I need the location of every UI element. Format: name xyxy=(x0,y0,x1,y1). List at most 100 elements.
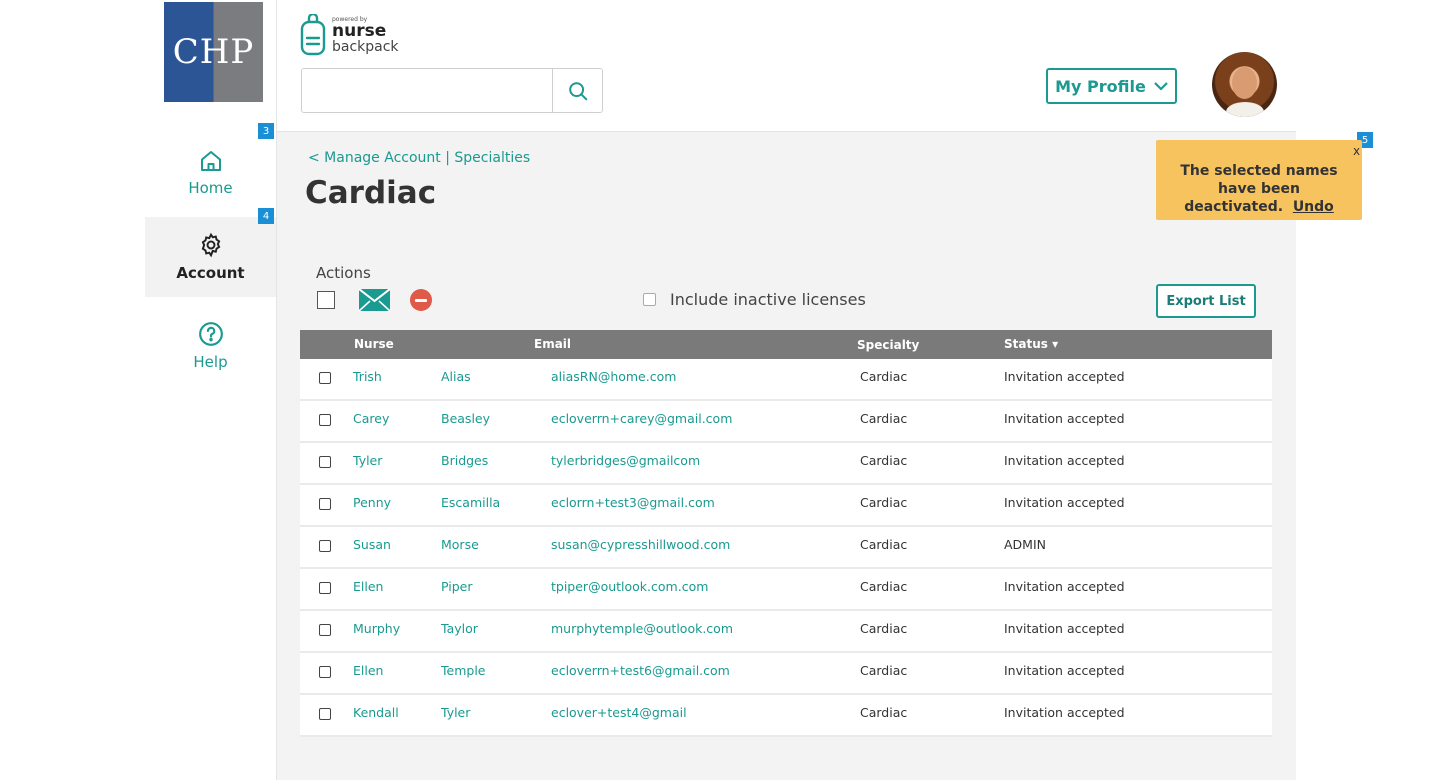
table-row: Penny Escamilla eclorrn+test3@gmail.com Car… xyxy=(300,485,1272,527)
cell-status: ADMIN xyxy=(1004,537,1046,552)
cell-email[interactable]: tpiper@outlook.com.com xyxy=(551,579,708,594)
nurse-table: Nurse Email Specialty Status ▾ Trish Alia… xyxy=(300,330,1272,737)
column-header-status[interactable]: Status ▾ xyxy=(1004,337,1058,351)
brand-backpack: backpack xyxy=(332,38,399,55)
cell-status: Invitation accepted xyxy=(1004,579,1125,594)
search-icon xyxy=(568,81,587,100)
row-checkbox[interactable] xyxy=(319,372,331,384)
avatar[interactable] xyxy=(1212,52,1277,117)
page: CHP Home Account Help 1 2 3 4 5 powered … xyxy=(0,0,1440,780)
cell-status: Invitation accepted xyxy=(1004,663,1125,678)
table-row: Tyler Bridges tylerbridges@gmailcom Cardiac… xyxy=(300,443,1272,485)
undo-link[interactable]: Undo xyxy=(1293,199,1334,215)
table-row: Murphy Taylor murphytemple@outlook.com Card… xyxy=(300,611,1272,653)
cell-first-name[interactable]: Trish xyxy=(353,369,382,384)
sidebar xyxy=(145,0,277,780)
cell-specialty: Cardiac xyxy=(860,621,908,636)
row-checkbox[interactable] xyxy=(319,666,331,678)
cell-first-name[interactable]: Tyler xyxy=(353,453,382,468)
my-profile-button[interactable]: My Profile xyxy=(1046,68,1177,104)
sidebar-item-label: Account xyxy=(176,264,245,282)
nurse-backpack-logo: powered by nurse backpack xyxy=(300,14,399,56)
cell-last-name[interactable]: Alias xyxy=(441,369,471,384)
row-checkbox[interactable] xyxy=(319,582,331,594)
cell-specialty: Cardiac xyxy=(860,369,908,384)
cell-last-name[interactable]: Escamilla xyxy=(441,495,500,510)
cell-specialty: Cardiac xyxy=(860,705,908,720)
cell-last-name[interactable]: Piper xyxy=(441,579,473,594)
search-button[interactable] xyxy=(552,69,602,112)
cell-email[interactable]: eclover+test4@gmail xyxy=(551,705,687,720)
cell-last-name[interactable]: Taylor xyxy=(441,621,478,636)
cell-last-name[interactable]: Beasley xyxy=(441,411,490,426)
cell-specialty: Cardiac xyxy=(860,663,908,678)
cell-first-name[interactable]: Ellen xyxy=(353,663,383,678)
row-checkbox[interactable] xyxy=(319,540,331,552)
table-row: Ellen Piper tpiper@outlook.com.com Cardiac I… xyxy=(300,569,1272,611)
export-list-button[interactable]: Export List xyxy=(1156,284,1256,318)
sidebar-item-label: Home xyxy=(188,179,233,197)
include-inactive-label: Include inactive licenses xyxy=(670,290,866,309)
cell-specialty: Cardiac xyxy=(860,537,908,552)
include-inactive-toggle: Include inactive licenses xyxy=(643,290,866,309)
cell-email[interactable]: ecloverrn+test6@gmail.com xyxy=(551,663,730,678)
search-input[interactable] xyxy=(302,69,552,112)
sidebar-item-home[interactable]: Home xyxy=(145,133,276,213)
cell-email[interactable]: ecloverrn+carey@gmail.com xyxy=(551,411,732,426)
row-checkbox[interactable] xyxy=(319,456,331,468)
cell-status: Invitation accepted xyxy=(1004,453,1125,468)
search-box xyxy=(301,68,603,113)
column-header-specialty[interactable]: Specialty xyxy=(857,338,919,352)
sidebar-item-label: Help xyxy=(193,353,228,371)
annotation-marker-3: 3 xyxy=(258,123,274,139)
table-row: Ellen Temple ecloverrn+test6@gmail.com Card… xyxy=(300,653,1272,695)
row-checkbox[interactable] xyxy=(319,414,331,426)
help-icon xyxy=(198,322,223,346)
toast-close-button[interactable]: x xyxy=(1353,144,1360,158)
annotation-marker-4: 4 xyxy=(258,208,274,224)
cell-last-name[interactable]: Bridges xyxy=(441,453,488,468)
chp-logo[interactable]: CHP xyxy=(164,2,263,102)
cell-first-name[interactable]: Kendall xyxy=(353,705,399,720)
cell-first-name[interactable]: Susan xyxy=(353,537,391,552)
chevron-down-icon xyxy=(1154,82,1168,91)
column-header-email[interactable]: Email xyxy=(534,337,571,351)
cell-first-name[interactable]: Carey xyxy=(353,411,389,426)
cell-specialty: Cardiac xyxy=(860,579,908,594)
cell-specialty: Cardiac xyxy=(860,411,908,426)
sidebar-item-account[interactable]: Account xyxy=(145,217,276,297)
cell-email[interactable]: aliasRN@home.com xyxy=(551,369,676,384)
cell-email[interactable]: susan@cypresshillwood.com xyxy=(551,537,730,552)
cell-last-name[interactable]: Tyler xyxy=(441,705,470,720)
sidebar-item-help[interactable]: Help xyxy=(145,306,276,386)
mail-icon[interactable] xyxy=(358,288,391,315)
cell-first-name[interactable]: Ellen xyxy=(353,579,383,594)
page-title: Cardiac xyxy=(305,175,437,211)
deactivation-toast: The selected names have been deactivated… xyxy=(1156,140,1362,220)
row-checkbox[interactable] xyxy=(319,498,331,510)
cell-first-name[interactable]: Murphy xyxy=(353,621,400,636)
backpack-icon xyxy=(300,14,326,56)
row-checkbox[interactable] xyxy=(319,708,331,720)
cell-last-name[interactable]: Temple xyxy=(441,663,485,678)
table-row: Kendall Tyler eclover+test4@gmail Cardiac In… xyxy=(300,695,1272,737)
cell-email[interactable]: tylerbridges@gmailcom xyxy=(551,453,700,468)
select-all-checkbox[interactable] xyxy=(317,291,335,309)
table-body: Trish Alias aliasRN@home.com Cardiac Invitat… xyxy=(300,359,1272,737)
cell-email[interactable]: murphytemple@outlook.com xyxy=(551,621,733,636)
cell-status: Invitation accepted xyxy=(1004,411,1125,426)
cell-status: Invitation accepted xyxy=(1004,495,1125,510)
cell-specialty: Cardiac xyxy=(860,453,908,468)
cell-email[interactable]: eclorrn+test3@gmail.com xyxy=(551,495,715,510)
table-row: Carey Beasley ecloverrn+carey@gmail.com Car… xyxy=(300,401,1272,443)
column-header-nurse[interactable]: Nurse xyxy=(354,337,394,351)
home-icon xyxy=(200,151,221,171)
include-inactive-checkbox[interactable] xyxy=(643,293,656,306)
deactivate-icon[interactable] xyxy=(410,289,432,311)
cell-last-name[interactable]: Morse xyxy=(441,537,479,552)
row-checkbox[interactable] xyxy=(319,624,331,636)
actions-label: Actions xyxy=(316,264,371,282)
cell-first-name[interactable]: Penny xyxy=(353,495,391,510)
breadcrumb[interactable]: < Manage Account | Specialties xyxy=(308,150,530,166)
cell-specialty: Cardiac xyxy=(860,495,908,510)
